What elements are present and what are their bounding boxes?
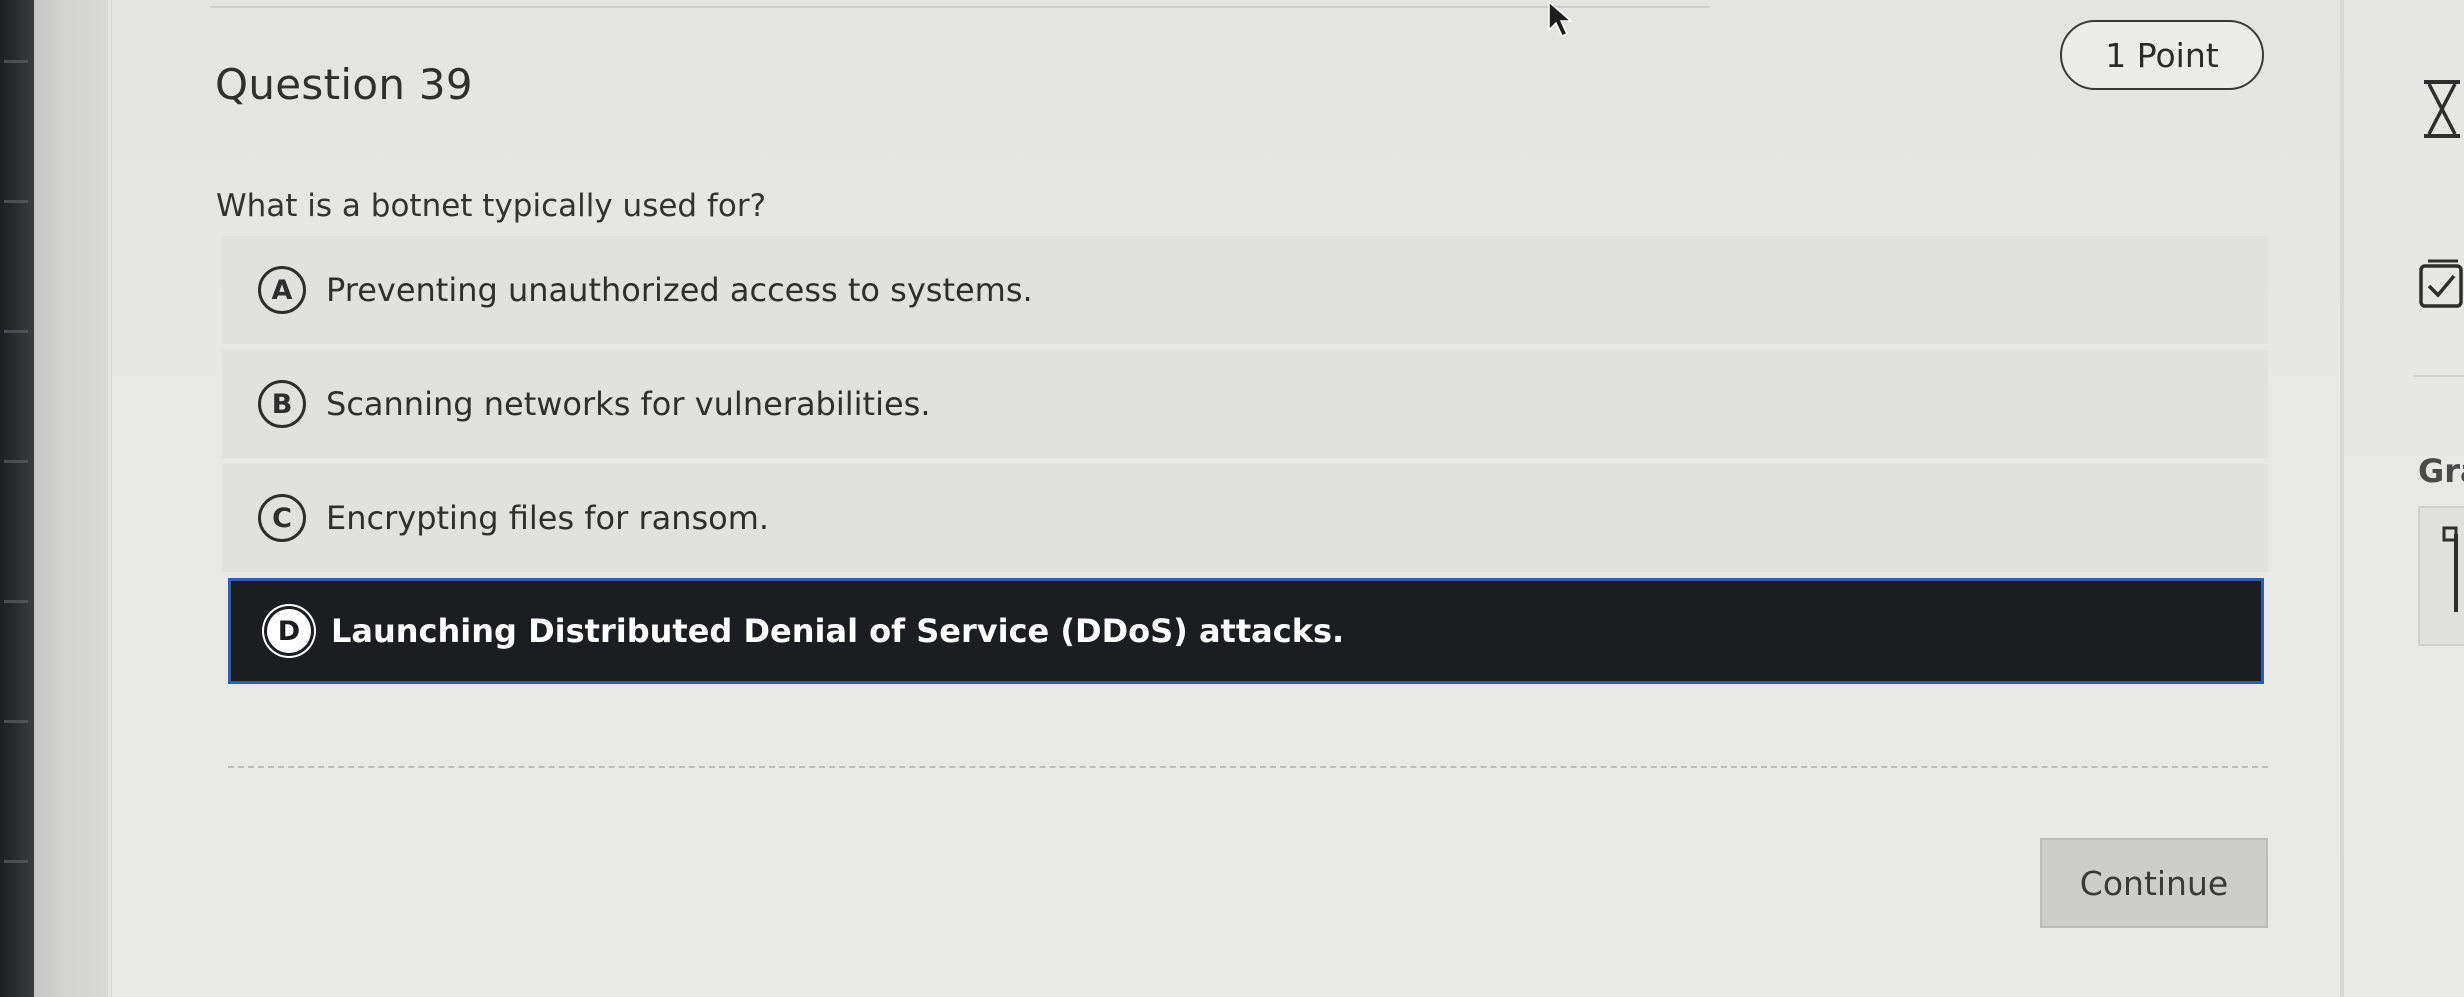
points-badge: 1 Point	[2060, 20, 2264, 90]
bezel-mark	[4, 720, 28, 723]
question-card: Question 39 1 Point What is a botnet typ…	[112, 0, 2340, 997]
bezel-mark	[4, 200, 28, 203]
option-letter-badge: D	[267, 609, 311, 653]
bezel-mark	[4, 330, 28, 333]
hourglass-icon[interactable]	[2420, 78, 2464, 140]
footer-divider	[228, 766, 2268, 768]
answer-option-a[interactable]: A Preventing unauthorized access to syst…	[222, 236, 2268, 344]
side-panel	[2344, 0, 2464, 997]
bezel-mark	[4, 600, 28, 603]
mouse-cursor-icon	[1548, 0, 1574, 37]
left-gutter	[34, 0, 110, 997]
question-prompt: What is a botnet typically used for?	[216, 188, 767, 224]
option-text: Launching Distributed Denial of Service …	[331, 612, 1345, 650]
option-letter-badge: B	[258, 380, 306, 428]
continue-button[interactable]: Continue	[2040, 838, 2268, 928]
option-text: Preventing unauthorized access to system…	[326, 271, 1033, 309]
pencil-icon	[2442, 526, 2458, 612]
grade-label: Gra	[2418, 452, 2464, 490]
question-title: Question 39	[215, 60, 473, 109]
answer-options: A Preventing unauthorized access to syst…	[222, 236, 2268, 690]
answer-option-d[interactable]: D Launching Distributed Denial of Servic…	[228, 578, 2264, 684]
screen-bezel	[0, 0, 34, 997]
option-letter-badge: C	[258, 494, 306, 542]
option-text: Encrypting files for ransom.	[326, 499, 770, 537]
side-panel-divider	[2414, 375, 2464, 377]
option-text: Scanning networks for vulnerabilities.	[326, 385, 931, 423]
answer-option-c[interactable]: C Encrypting files for ransom.	[222, 464, 2268, 572]
top-divider	[210, 6, 1710, 8]
checklist-icon[interactable]	[2418, 258, 2464, 310]
gutter-divider	[108, 0, 111, 997]
answer-option-b[interactable]: B Scanning networks for vulnerabilities.	[222, 350, 2268, 458]
bezel-mark	[4, 860, 28, 863]
bezel-mark	[4, 60, 28, 63]
bezel-mark	[4, 460, 28, 463]
option-letter-badge: A	[258, 266, 306, 314]
